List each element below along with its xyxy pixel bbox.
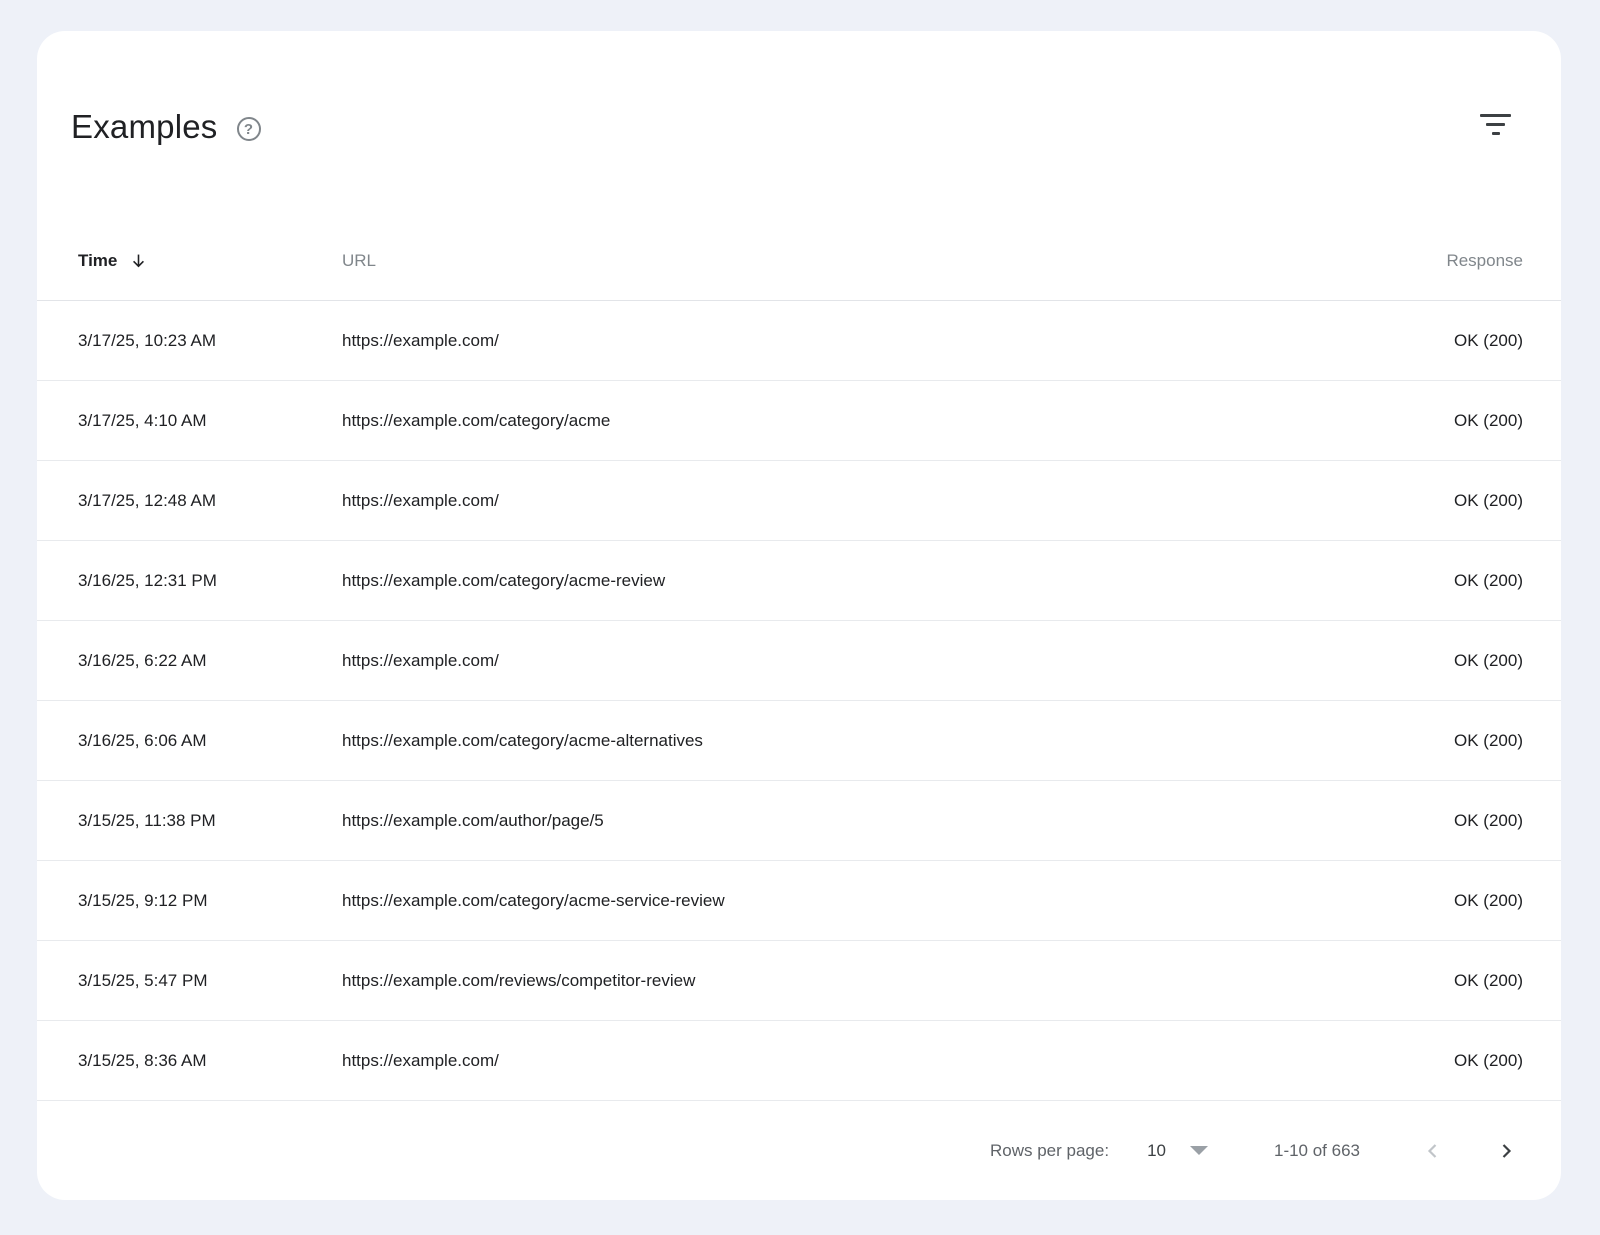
table-row[interactable]: 3/16/25, 6:06 AM https://example.com/cat… xyxy=(37,701,1561,781)
cell-response: OK (200) xyxy=(1353,731,1523,751)
column-header-time-label: Time xyxy=(78,251,117,271)
pagination-range-label: 1-10 of 663 xyxy=(1274,1141,1360,1161)
cell-url: https://example.com/ xyxy=(342,491,1353,511)
cell-response: OK (200) xyxy=(1353,891,1523,911)
dropdown-caret-icon xyxy=(1190,1146,1208,1155)
table-row[interactable]: 3/17/25, 10:23 AM https://example.com/ O… xyxy=(37,301,1561,381)
title-group: Examples ? xyxy=(71,107,261,147)
examples-card: Examples ? Time xyxy=(37,31,1561,1200)
cell-response: OK (200) xyxy=(1353,331,1523,351)
cell-time: 3/17/25, 10:23 AM xyxy=(78,331,342,351)
cell-url: https://example.com/ xyxy=(342,331,1353,351)
cell-response: OK (200) xyxy=(1353,1051,1523,1071)
rows-per-page-select[interactable]: 10 xyxy=(1147,1141,1208,1161)
next-page-button[interactable] xyxy=(1489,1134,1523,1168)
table-row[interactable]: 3/17/25, 12:48 AM https://example.com/ O… xyxy=(37,461,1561,541)
cell-time: 3/16/25, 12:31 PM xyxy=(78,571,342,591)
table-row[interactable]: 3/17/25, 4:10 AM https://example.com/cat… xyxy=(37,381,1561,461)
examples-table: Time URL Response 3/17/25, 10:23 AM http… xyxy=(37,147,1561,1101)
chevron-left-icon xyxy=(1421,1139,1445,1163)
rows-per-page-value: 10 xyxy=(1147,1141,1166,1161)
cell-time: 3/15/25, 8:36 AM xyxy=(78,1051,342,1071)
cell-url: https://example.com/ xyxy=(342,1051,1353,1071)
cell-url: https://example.com/category/acme-altern… xyxy=(342,731,1353,751)
chevron-right-icon xyxy=(1494,1139,1518,1163)
table-row[interactable]: 3/15/25, 8:36 AM https://example.com/ OK… xyxy=(37,1021,1561,1101)
cell-url: https://example.com/category/acme-servic… xyxy=(342,891,1353,911)
page-background: Examples ? Time xyxy=(0,0,1600,1235)
cell-url: https://example.com/category/acme xyxy=(342,411,1353,431)
cell-url: https://example.com/author/page/5 xyxy=(342,811,1353,831)
cell-time: 3/16/25, 6:22 AM xyxy=(78,651,342,671)
filter-icon[interactable] xyxy=(1476,110,1515,139)
table-row[interactable]: 3/15/25, 9:12 PM https://example.com/cat… xyxy=(37,861,1561,941)
filter-bar-top xyxy=(1480,114,1511,117)
rows-per-page-label: Rows per page: xyxy=(990,1141,1109,1161)
previous-page-button[interactable] xyxy=(1416,1134,1450,1168)
column-header-response[interactable]: Response xyxy=(1353,251,1523,271)
cell-time: 3/15/25, 11:38 PM xyxy=(78,811,342,831)
cell-response: OK (200) xyxy=(1353,971,1523,991)
cell-time: 3/17/25, 4:10 AM xyxy=(78,411,342,431)
cell-url: https://example.com/reviews/competitor-r… xyxy=(342,971,1353,991)
cell-time: 3/15/25, 9:12 PM xyxy=(78,891,342,911)
table-row[interactable]: 3/15/25, 5:47 PM https://example.com/rev… xyxy=(37,941,1561,1021)
column-header-url[interactable]: URL xyxy=(342,251,1353,271)
table-row[interactable]: 3/16/25, 6:22 AM https://example.com/ OK… xyxy=(37,621,1561,701)
table-body: 3/17/25, 10:23 AM https://example.com/ O… xyxy=(37,301,1561,1101)
cell-url: https://example.com/ xyxy=(342,651,1353,671)
sort-descending-icon xyxy=(129,251,148,270)
cell-response: OK (200) xyxy=(1353,651,1523,671)
cell-time: 3/15/25, 5:47 PM xyxy=(78,971,342,991)
table-header-row: Time URL Response xyxy=(37,221,1561,301)
cell-response: OK (200) xyxy=(1353,811,1523,831)
cell-response: OK (200) xyxy=(1353,411,1523,431)
cell-time: 3/17/25, 12:48 AM xyxy=(78,491,342,511)
cell-url: https://example.com/category/acme-review xyxy=(342,571,1353,591)
cell-time: 3/16/25, 6:06 AM xyxy=(78,731,342,751)
page-title: Examples xyxy=(71,107,218,147)
filter-bar-middle xyxy=(1486,123,1505,126)
table-row[interactable]: 3/16/25, 12:31 PM https://example.com/ca… xyxy=(37,541,1561,621)
table-row[interactable]: 3/15/25, 11:38 PM https://example.com/au… xyxy=(37,781,1561,861)
help-icon[interactable]: ? xyxy=(237,117,261,141)
card-header: Examples ? xyxy=(37,31,1561,147)
cell-response: OK (200) xyxy=(1353,571,1523,591)
pagination-bar: Rows per page: 10 1-10 of 663 xyxy=(37,1101,1561,1200)
column-header-time[interactable]: Time xyxy=(78,251,342,271)
filter-bar-bottom xyxy=(1492,132,1500,135)
cell-response: OK (200) xyxy=(1353,491,1523,511)
